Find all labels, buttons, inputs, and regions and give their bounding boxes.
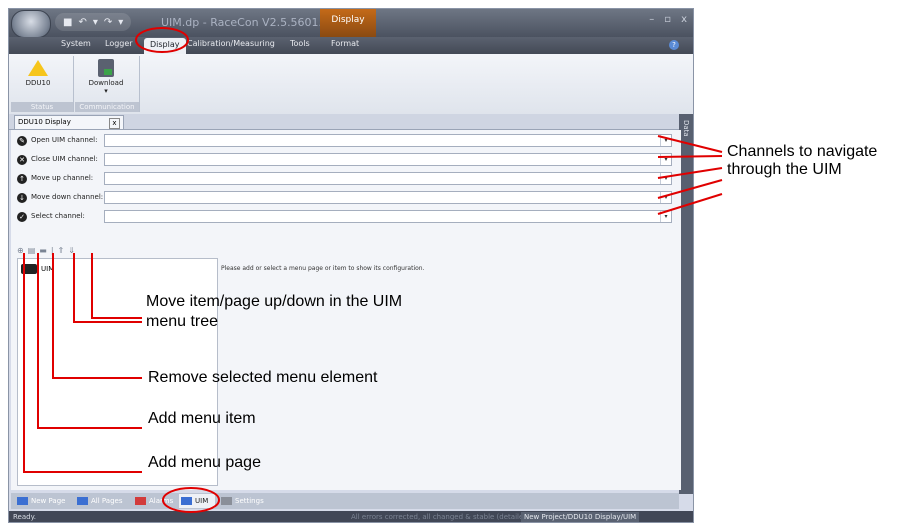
window-title: UIM.dp - RaceCon V2.5.5601.11 * — [161, 16, 346, 29]
move-down-channel-row: ↓ Move down channel: ▾ — [17, 191, 677, 205]
chevron-down-icon[interactable]: ▾ — [660, 173, 671, 184]
tab-tools[interactable]: Tools — [290, 39, 310, 48]
redo-dropdown-icon[interactable]: ▾ — [118, 17, 123, 28]
context-tab-display[interactable]: Display — [320, 9, 376, 37]
arrow-down-icon: ↓ — [17, 193, 27, 203]
tab-uim[interactable]: UIM — [179, 494, 215, 508]
close-tab-icon[interactable]: x — [109, 118, 120, 129]
group-caption-status: Status — [11, 102, 73, 112]
help-icon[interactable]: ? — [669, 40, 679, 50]
status-message: All errors corrected, all changed & stab… — [351, 513, 531, 521]
ribbon-group-status: DDU10 Status — [11, 56, 74, 112]
tab-logger[interactable]: Logger — [105, 39, 133, 48]
title-bar: ■ ↶ ▾ ↷ ▾ UIM.dp - RaceCon V2.5.5601.11 … — [9, 9, 693, 38]
ribbon-panel: DDU10 Status Download ▾ Communication — [9, 54, 693, 115]
document-tab-bar: DDU10 Display x — [9, 114, 681, 130]
warning-icon — [28, 60, 48, 76]
quick-access-toolbar: ■ ↶ ▾ ↷ ▾ — [55, 13, 132, 31]
move-up-channel-row: ↑ Move up channel: ▾ — [17, 172, 677, 186]
chevron-down-icon[interactable]: ▾ — [660, 135, 671, 146]
close-button[interactable]: x — [681, 14, 687, 25]
group-caption-communication: Communication — [75, 102, 139, 112]
application-menu-button[interactable] — [11, 10, 51, 38]
data-side-panel[interactable]: Data — [679, 114, 693, 494]
uim-icon — [21, 264, 37, 274]
open-uim-channel-select[interactable]: ▾ — [104, 134, 672, 147]
bottom-tab-bar: New Page All Pages Alarms UIM Settings — [11, 493, 679, 509]
status-ready: Ready. — [13, 513, 36, 521]
move-down-channel-select[interactable]: ▾ — [104, 191, 672, 204]
move-down-icon[interactable]: ⇓ — [68, 246, 75, 255]
callout-remove: Remove selected menu element — [148, 369, 378, 386]
undo-dropdown-icon[interactable]: ▾ — [93, 17, 98, 28]
ribbon-tabs: System Logger Display Calibration/Measur… — [9, 37, 693, 54]
tab-all-pages[interactable]: All Pages — [75, 494, 129, 508]
document-tab[interactable]: DDU10 Display x — [14, 115, 124, 129]
tab-display[interactable]: Display — [144, 38, 186, 54]
ribbon-group-communication: Download ▾ Communication — [75, 56, 140, 112]
tab-system[interactable]: System — [61, 39, 91, 48]
maximize-button[interactable]: ▫ — [664, 14, 671, 25]
uim-toolbar: ⊕ ▤ ▬ | ⇑ ⇓ — [17, 244, 75, 256]
status-project-path[interactable]: New Project/DDU10 Display/UIM — [521, 512, 640, 522]
window-controls: – ▫ x — [649, 14, 687, 25]
tab-calibration-measuring[interactable]: Calibration/Measuring — [187, 39, 275, 48]
tab-new-page[interactable]: New Page — [15, 494, 71, 508]
add-page-icon[interactable]: ⊕ — [17, 246, 24, 255]
chevron-down-icon[interactable]: ▾ — [660, 192, 671, 203]
open-icon: ✎ — [17, 136, 27, 146]
download-icon — [98, 59, 114, 77]
check-icon: ✓ — [17, 212, 27, 222]
move-up-channel-select[interactable]: ▾ — [104, 172, 672, 185]
close-channel-icon: ✕ — [17, 155, 27, 165]
close-uim-channel-row: ✕ Close UIM channel: ▾ — [17, 153, 677, 167]
ddu10-button[interactable]: DDU10 — [17, 58, 59, 96]
callout-move: Move item/page up/down in the UIM menu t… — [146, 293, 403, 330]
chevron-down-icon[interactable]: ▾ — [660, 211, 671, 222]
move-up-icon[interactable]: ⇑ — [58, 246, 65, 255]
configuration-hint: Please add or select a menu page or item… — [221, 265, 425, 272]
download-button[interactable]: Download ▾ — [85, 58, 127, 96]
tree-item-label: UIM — [41, 265, 55, 273]
tab-format[interactable]: Format — [331, 39, 359, 48]
tab-alarms[interactable]: Alarms — [133, 494, 175, 508]
select-channel-row: ✓ Select channel: ▾ — [17, 210, 677, 224]
close-uim-channel-label: Close UIM channel: — [31, 155, 98, 163]
select-channel-label: Select channel: — [31, 212, 85, 220]
toolbar-separator: | — [50, 245, 54, 255]
data-panel-label: Data — [682, 120, 690, 137]
tab-settings[interactable]: Settings — [219, 494, 269, 508]
app-window: ■ ↶ ▾ ↷ ▾ UIM.dp - RaceCon V2.5.5601.11 … — [8, 8, 694, 523]
save-icon[interactable]: ■ — [63, 17, 72, 28]
move-up-channel-label: Move up channel: — [31, 174, 94, 182]
redo-icon[interactable]: ↷ — [104, 17, 112, 28]
undo-icon[interactable]: ↶ — [78, 17, 86, 28]
chevron-down-icon[interactable]: ▾ — [660, 154, 671, 165]
download-label: Download — [88, 79, 124, 87]
tree-item-uim[interactable]: UIM — [21, 263, 54, 275]
move-down-channel-label: Move down channel: — [31, 193, 104, 201]
callout-add-page: Add menu page — [148, 454, 261, 471]
ddu10-label: DDU10 — [25, 79, 51, 87]
open-uim-channel-row: ✎ Open UIM channel: ▾ — [17, 134, 677, 148]
remove-icon[interactable]: ▬ — [39, 246, 47, 255]
status-bar: Ready. All errors corrected, all changed… — [9, 511, 693, 522]
document-tab-label: DDU10 Display — [18, 118, 71, 126]
add-item-icon[interactable]: ▤ — [28, 246, 36, 255]
select-channel-select[interactable]: ▾ — [104, 210, 672, 223]
open-uim-channel-label: Open UIM channel: — [31, 136, 98, 144]
callout-add-item: Add menu item — [148, 410, 256, 427]
callout-channels: Channels to navigate through the UIM — [727, 143, 878, 178]
minimize-button[interactable]: – — [649, 14, 654, 25]
arrow-up-icon: ↑ — [17, 174, 27, 184]
close-uim-channel-select[interactable]: ▾ — [104, 153, 672, 166]
download-dropdown-icon[interactable]: ▾ — [85, 87, 127, 95]
